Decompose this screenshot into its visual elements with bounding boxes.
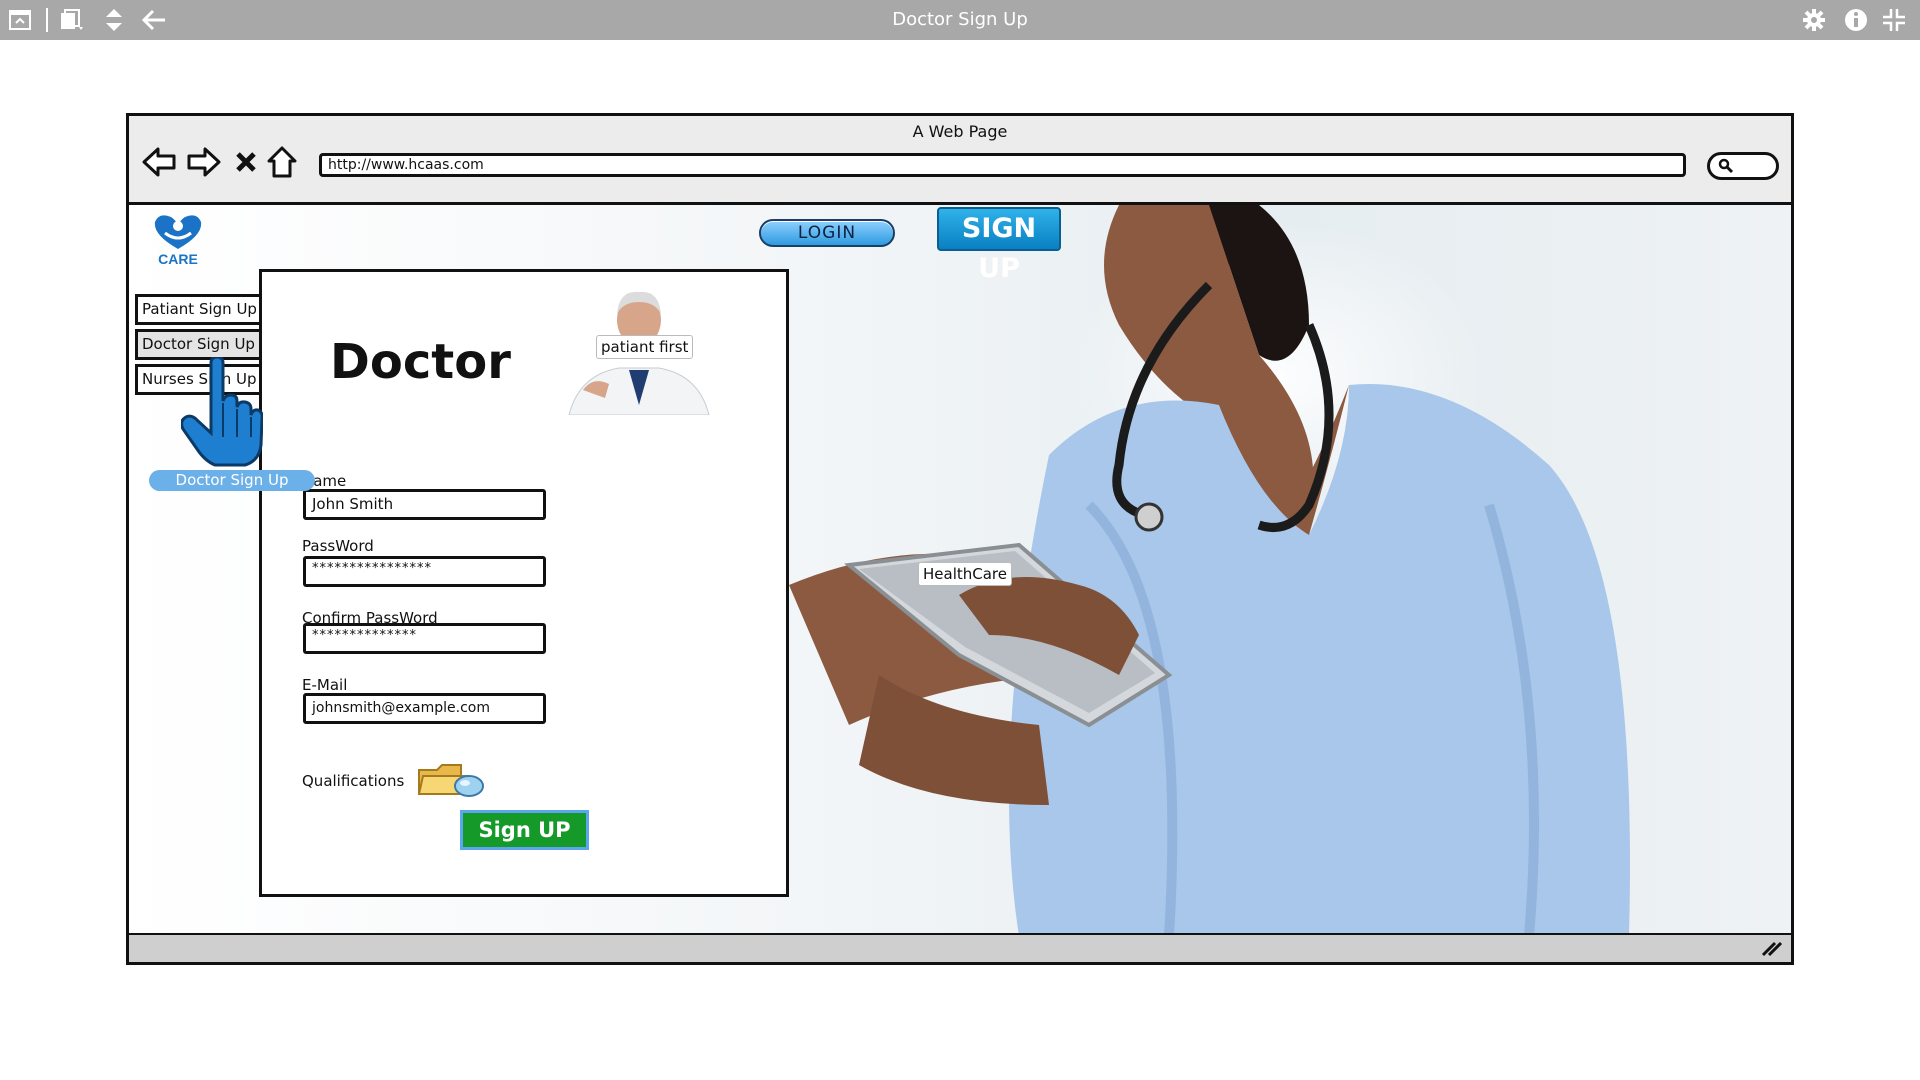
web-page-content: HealthCare CARE LOGIN SIGN UP Patiant Si… bbox=[129, 205, 1791, 936]
info-icon[interactable] bbox=[1844, 8, 1868, 32]
browser-title: A Web Page bbox=[912, 122, 1008, 141]
heart-hands-icon bbox=[154, 215, 202, 249]
browser-chrome: A Web Page http://www.hcaas.com bbox=[129, 116, 1791, 205]
back-icon[interactable] bbox=[139, 142, 179, 182]
email-label: E-Mail bbox=[302, 676, 348, 694]
login-button[interactable]: LOGIN bbox=[759, 219, 895, 247]
address-bar[interactable]: http://www.hcaas.com bbox=[319, 153, 1686, 177]
healthcare-label: HealthCare bbox=[918, 562, 1012, 586]
tooltip-doctor-signup: Doctor Sign Up bbox=[149, 470, 315, 491]
password-field[interactable]: **************** bbox=[303, 556, 546, 587]
email-field[interactable]: johnsmith@example.com bbox=[303, 693, 546, 724]
browser-window: A Web Page http://www.hcaas.com HealthCa… bbox=[126, 113, 1794, 965]
confirm-password-field[interactable]: ************** bbox=[303, 623, 546, 654]
photo-caption: patiant first bbox=[596, 335, 694, 359]
signup-button[interactable]: SIGN UP bbox=[937, 207, 1061, 284]
tab-patient-signup[interactable]: Patiant Sign Up bbox=[135, 294, 265, 325]
page-title: Doctor bbox=[330, 334, 511, 390]
home-icon[interactable] bbox=[262, 142, 302, 182]
logo-text: CARE bbox=[158, 251, 198, 267]
app-title-bar: Doctor Sign Up bbox=[0, 0, 1920, 40]
browser-status-bar bbox=[129, 933, 1791, 962]
search-icon bbox=[1718, 158, 1734, 174]
stop-icon[interactable] bbox=[226, 142, 266, 182]
password-label: PassWord bbox=[302, 537, 374, 555]
pointer-hand-icon bbox=[181, 357, 263, 467]
tab-doctor-signup[interactable]: Doctor Sign Up bbox=[135, 329, 265, 360]
submit-signup-button[interactable]: Sign UP bbox=[460, 810, 589, 850]
folder-search-icon[interactable] bbox=[417, 762, 485, 800]
care-logo[interactable]: CARE bbox=[145, 213, 211, 267]
resize-grip-icon[interactable] bbox=[1761, 941, 1783, 957]
gear-icon[interactable] bbox=[1802, 8, 1826, 32]
collapse-icon[interactable] bbox=[1882, 8, 1906, 32]
qualifications-label: Qualifications bbox=[302, 772, 405, 790]
forward-icon[interactable] bbox=[184, 142, 224, 182]
signup-form-panel: Doctor patiant first Name John Smith Pas… bbox=[259, 269, 789, 897]
window-title: Doctor Sign Up bbox=[892, 9, 1028, 30]
name-field[interactable]: John Smith bbox=[303, 489, 546, 520]
browser-search-field[interactable] bbox=[1707, 152, 1779, 180]
